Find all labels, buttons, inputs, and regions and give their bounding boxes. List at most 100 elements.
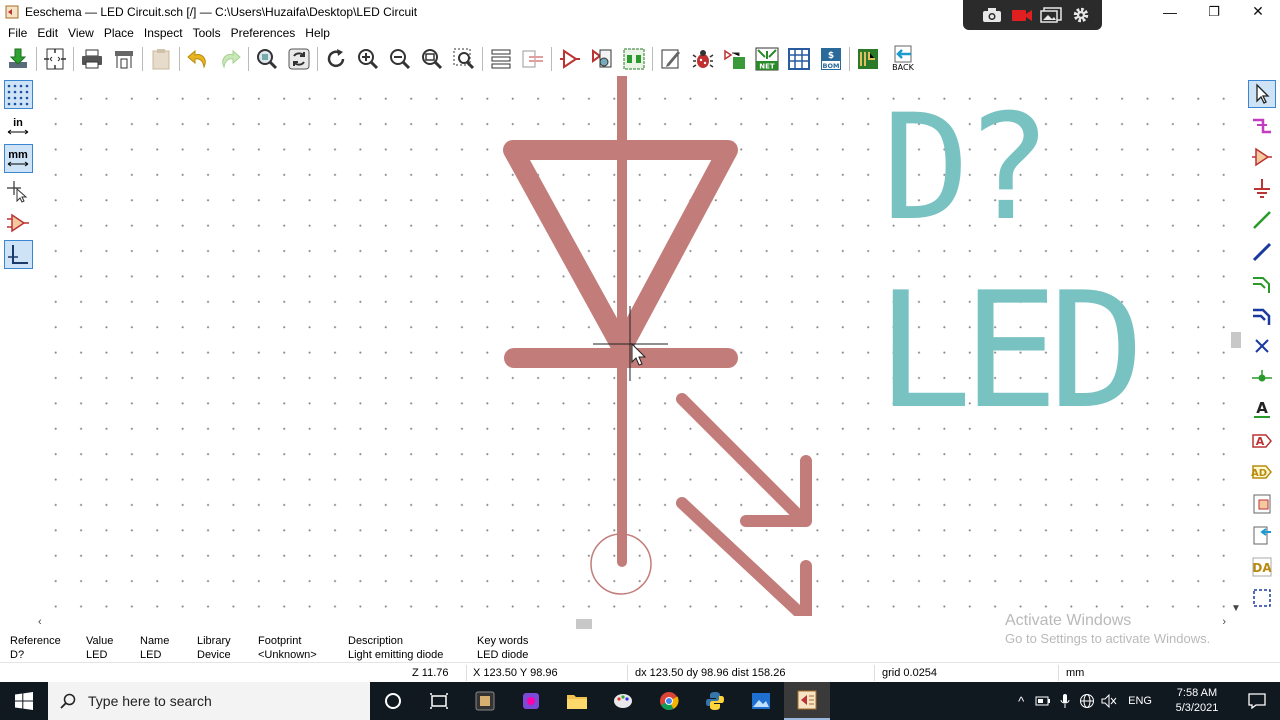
show-grid-toggle[interactable] (3, 80, 33, 109)
taskbar-clock[interactable]: 7:58 AM 5/3/2021 (1160, 686, 1234, 716)
print-button[interactable] (78, 45, 106, 73)
menu-file[interactable]: File (3, 26, 32, 40)
taskbar-app-2[interactable] (508, 682, 554, 720)
zoom-selection-button[interactable] (450, 45, 478, 73)
tray-volume-muted-icon[interactable] (1098, 682, 1120, 720)
maximize-button[interactable]: ❐ (1192, 0, 1236, 23)
camera-icon[interactable] (981, 6, 1003, 24)
add-text-button[interactable]: DA (1248, 553, 1276, 581)
zoom-out-button[interactable] (386, 45, 414, 73)
erc-button[interactable] (689, 45, 717, 73)
leave-sheet-icon (522, 50, 543, 68)
zoom-in-button[interactable] (354, 45, 382, 73)
tray-battery-icon[interactable] (1032, 682, 1054, 720)
taskbar-eeschema-active[interactable] (784, 682, 830, 720)
menu-tools[interactable]: Tools (188, 26, 226, 40)
add-junction-button[interactable] (1248, 364, 1276, 392)
tray-chevron-up-icon[interactable]: ^ (1010, 682, 1032, 720)
notification-center-button[interactable] (1234, 682, 1280, 720)
start-button[interactable] (0, 682, 48, 720)
pcbnew-button[interactable] (854, 45, 882, 73)
menu-preferences[interactable]: Preferences (226, 26, 301, 40)
taskbar-python[interactable] (692, 682, 738, 720)
reference-designator[interactable]: D? (882, 83, 1052, 253)
units-inches-button[interactable]: in (4, 112, 33, 141)
input-language[interactable]: ENG (1120, 695, 1160, 707)
wire-to-bus-entry-button[interactable] (1248, 269, 1276, 297)
add-bus-button[interactable] (1248, 238, 1276, 266)
hierarchy-navigator-button[interactable] (487, 45, 515, 73)
units-mm-button[interactable]: mm (3, 144, 33, 173)
annotate-button[interactable] (620, 45, 648, 73)
taskbar-photos[interactable] (738, 682, 784, 720)
hidden-pins-toggle[interactable] (4, 208, 33, 237)
generate-netlist-button[interactable]: NET (753, 45, 781, 73)
add-graphic-lines-button[interactable] (1248, 584, 1276, 612)
cursor-shape-button[interactable] (4, 176, 33, 205)
zoom-fit-button[interactable] (418, 45, 446, 73)
taskbar-search-box[interactable]: Type here to search (48, 682, 370, 720)
find-replace-button[interactable] (285, 45, 313, 73)
minimize-button[interactable]: — (1148, 0, 1192, 23)
add-power-button[interactable] (1248, 175, 1276, 203)
scroll-right-arrow-icon[interactable]: › (1222, 616, 1226, 628)
toolbar-separator (179, 47, 180, 71)
menu-inspect[interactable]: Inspect (139, 26, 188, 40)
taskbar-chrome[interactable] (646, 682, 692, 720)
mp-value: Value LED (86, 635, 114, 661)
horizontal-scroll-thumb[interactable] (576, 619, 592, 629)
menu-view[interactable]: View (63, 26, 99, 40)
symbol-editor-button[interactable] (556, 45, 584, 73)
redraw-button[interactable] (322, 45, 350, 73)
edit-symbol-fields-button[interactable] (657, 45, 685, 73)
assign-footprints-button[interactable] (721, 45, 749, 73)
taskbar-app-paint[interactable] (600, 682, 646, 720)
menu-help[interactable]: Help (300, 26, 335, 40)
add-sheet-button[interactable] (1248, 490, 1276, 518)
page-settings-icon (44, 48, 66, 70)
add-symbol-button[interactable] (1248, 143, 1276, 171)
zoom-out-icon (390, 49, 411, 70)
add-global-label-button[interactable]: A (1248, 427, 1276, 455)
add-wire-button[interactable] (1248, 206, 1276, 234)
redo-button[interactable] (216, 45, 244, 73)
record-video-icon[interactable] (1011, 6, 1033, 24)
find-button[interactable] (253, 45, 281, 73)
task-view-button[interactable] (416, 682, 462, 720)
taskbar-file-explorer[interactable] (554, 682, 600, 720)
taskbar-app-kicad-1[interactable] (462, 682, 508, 720)
page-settings-button[interactable] (41, 45, 69, 73)
schematic-canvas[interactable]: D? LED (36, 76, 1228, 616)
bus-to-bus-entry-button[interactable] (1248, 301, 1276, 329)
menu-place[interactable]: Place (99, 26, 139, 40)
tray-microphone-icon[interactable] (1054, 682, 1076, 720)
scroll-left-arrow-icon[interactable]: ‹ (38, 616, 42, 628)
select-tool-button[interactable] (1248, 80, 1276, 108)
bom-button[interactable]: $ BOM (817, 45, 845, 73)
orthogonal-wires-toggle[interactable] (3, 240, 33, 269)
symbol-fields-table-button[interactable] (785, 45, 813, 73)
highlight-net-button[interactable] (1248, 112, 1276, 140)
back-annotate-button[interactable]: BACK (888, 44, 918, 74)
vertical-scroll-thumb[interactable] (1231, 332, 1241, 348)
add-label-button[interactable]: A (1248, 395, 1276, 423)
import-sheet-pin-button[interactable] (1248, 521, 1276, 549)
add-hierarchical-label-button[interactable]: AD (1248, 458, 1276, 486)
status-delta: dx 123.50 dy 98.96 dist 158.26 (635, 667, 786, 679)
save-schematic-button[interactable] (4, 45, 32, 73)
cortana-button[interactable] (370, 682, 416, 720)
paste-button[interactable] (147, 45, 175, 73)
plot-button[interactable] (110, 45, 138, 73)
gear-icon[interactable] (1070, 6, 1092, 24)
no-connect-button[interactable] (1248, 332, 1276, 360)
close-button[interactable]: ✕ (1236, 0, 1280, 23)
leave-sheet-button[interactable] (519, 45, 547, 73)
undo-button[interactable] (184, 45, 212, 73)
tray-network-globe-icon[interactable] (1076, 682, 1098, 720)
symbol-library-browser-button[interactable] (588, 45, 616, 73)
gallery-icon[interactable] (1040, 6, 1063, 24)
vertical-scrollbar[interactable]: ▼ (1228, 76, 1244, 616)
value-field[interactable]: LED (876, 257, 1146, 444)
menu-edit[interactable]: Edit (32, 26, 63, 40)
scroll-down-arrow-icon[interactable]: ▼ (1231, 603, 1241, 614)
